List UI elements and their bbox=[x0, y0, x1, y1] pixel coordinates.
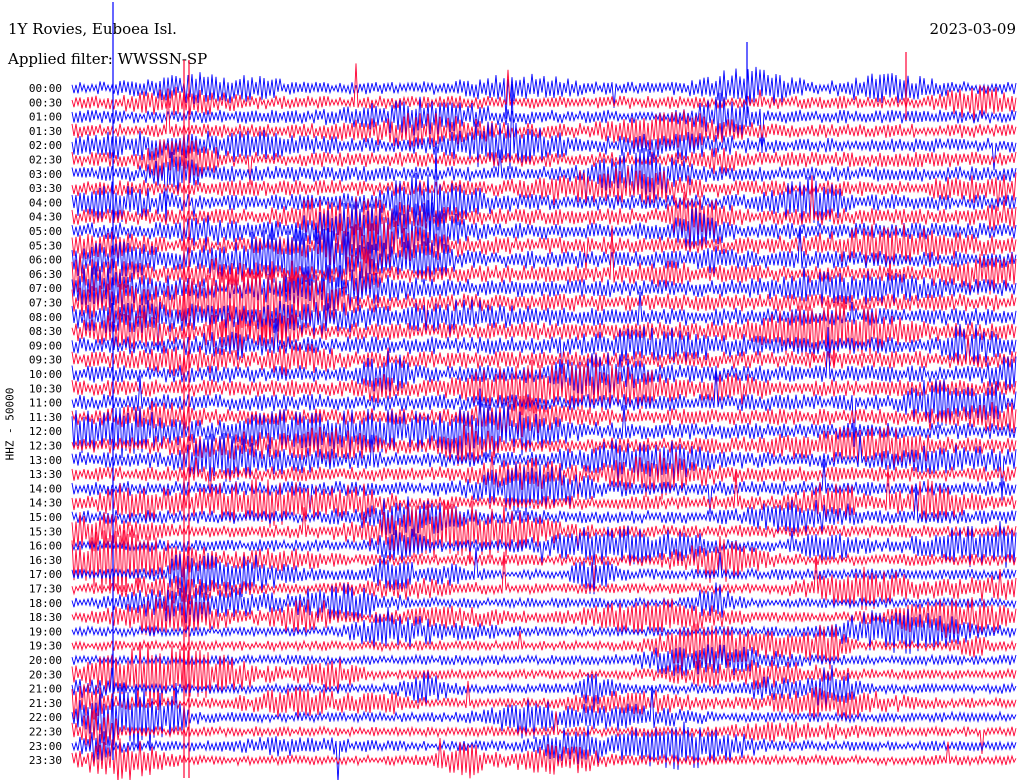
time-tick-label: 17:30 bbox=[29, 583, 62, 596]
time-tick-label: 09:00 bbox=[29, 339, 62, 352]
time-tick-label: 15:00 bbox=[29, 511, 62, 524]
time-tick-label: 07:30 bbox=[29, 297, 62, 310]
time-tick-label: 11:30 bbox=[29, 411, 62, 424]
time-tick-label: 05:30 bbox=[29, 239, 62, 252]
time-tick-label: 22:00 bbox=[29, 711, 62, 724]
time-tick-label: 06:00 bbox=[29, 254, 62, 267]
time-tick-label: 12:30 bbox=[29, 440, 62, 453]
time-tick-label: 14:30 bbox=[29, 497, 62, 510]
trace-row bbox=[71, 737, 1017, 780]
time-tick-label: 18:30 bbox=[29, 611, 62, 624]
time-tick-label: 13:30 bbox=[29, 468, 62, 481]
time-tick-label: 08:00 bbox=[29, 311, 62, 324]
time-tick-label: 04:30 bbox=[29, 211, 62, 224]
trace-row bbox=[71, 680, 1017, 723]
time-tick-label: 16:00 bbox=[29, 540, 62, 553]
trace-row bbox=[71, 395, 1017, 438]
helicorder-plot: 00:0000:30 01:0001:3002:00 02:3003:0003:30… bbox=[29, 2, 1017, 780]
trace-row bbox=[71, 147, 1017, 223]
time-tick-label: 12:00 bbox=[29, 425, 62, 438]
time-tick-label: 19:30 bbox=[29, 640, 62, 653]
time-tick-label: 03:00 bbox=[29, 168, 62, 181]
time-tick-label: 02:00 bbox=[29, 139, 62, 152]
time-tick-label: 17:00 bbox=[29, 568, 62, 581]
time-tick-label: 03:30 bbox=[29, 182, 62, 195]
time-tick-label: 02:30 bbox=[29, 154, 62, 167]
trace-row bbox=[71, 709, 1017, 755]
time-tick-label: 16:30 bbox=[29, 554, 62, 567]
time-tick-label: 18:00 bbox=[29, 597, 62, 610]
time-tick-label: 00:30 bbox=[29, 96, 62, 109]
time-tick-label: 21:00 bbox=[29, 683, 62, 696]
time-tick-label: 13:00 bbox=[29, 454, 62, 467]
time-tick-label: 20:30 bbox=[29, 668, 62, 681]
time-tick-label: 06:30 bbox=[29, 268, 62, 281]
time-tick-label: 19:00 bbox=[29, 625, 62, 638]
time-tick-label: 00:00 bbox=[29, 82, 62, 95]
time-tick-label: 14:00 bbox=[29, 482, 62, 495]
time-tick-label: 21:30 bbox=[29, 697, 62, 710]
time-tick-labels: 00:0000:30 01:0001:3002:00 02:3003:0003:30… bbox=[29, 82, 62, 767]
time-tick-label: 11:00 bbox=[29, 397, 62, 410]
time-tick-label: 05:00 bbox=[29, 225, 62, 238]
time-tick-label: 07:00 bbox=[29, 282, 62, 295]
time-tick-label: 23:30 bbox=[29, 754, 62, 767]
time-tick-label: 08:30 bbox=[29, 325, 62, 338]
time-tick-label: 01:00 bbox=[29, 111, 62, 124]
trace-row bbox=[71, 682, 1017, 751]
time-tick-label: 15:30 bbox=[29, 525, 62, 538]
time-tick-label: 09:30 bbox=[29, 354, 62, 367]
time-tick-label: 10:30 bbox=[29, 382, 62, 395]
time-tick-label: 01:30 bbox=[29, 125, 62, 138]
time-tick-label: 04:00 bbox=[29, 196, 62, 209]
time-tick-label: 20:00 bbox=[29, 654, 62, 667]
trace-group bbox=[71, 2, 1017, 780]
time-tick-label: 10:00 bbox=[29, 368, 62, 381]
trace-row bbox=[71, 66, 1017, 119]
time-tick-label: 22:30 bbox=[29, 726, 62, 739]
time-tick-label: 23:00 bbox=[29, 740, 62, 753]
